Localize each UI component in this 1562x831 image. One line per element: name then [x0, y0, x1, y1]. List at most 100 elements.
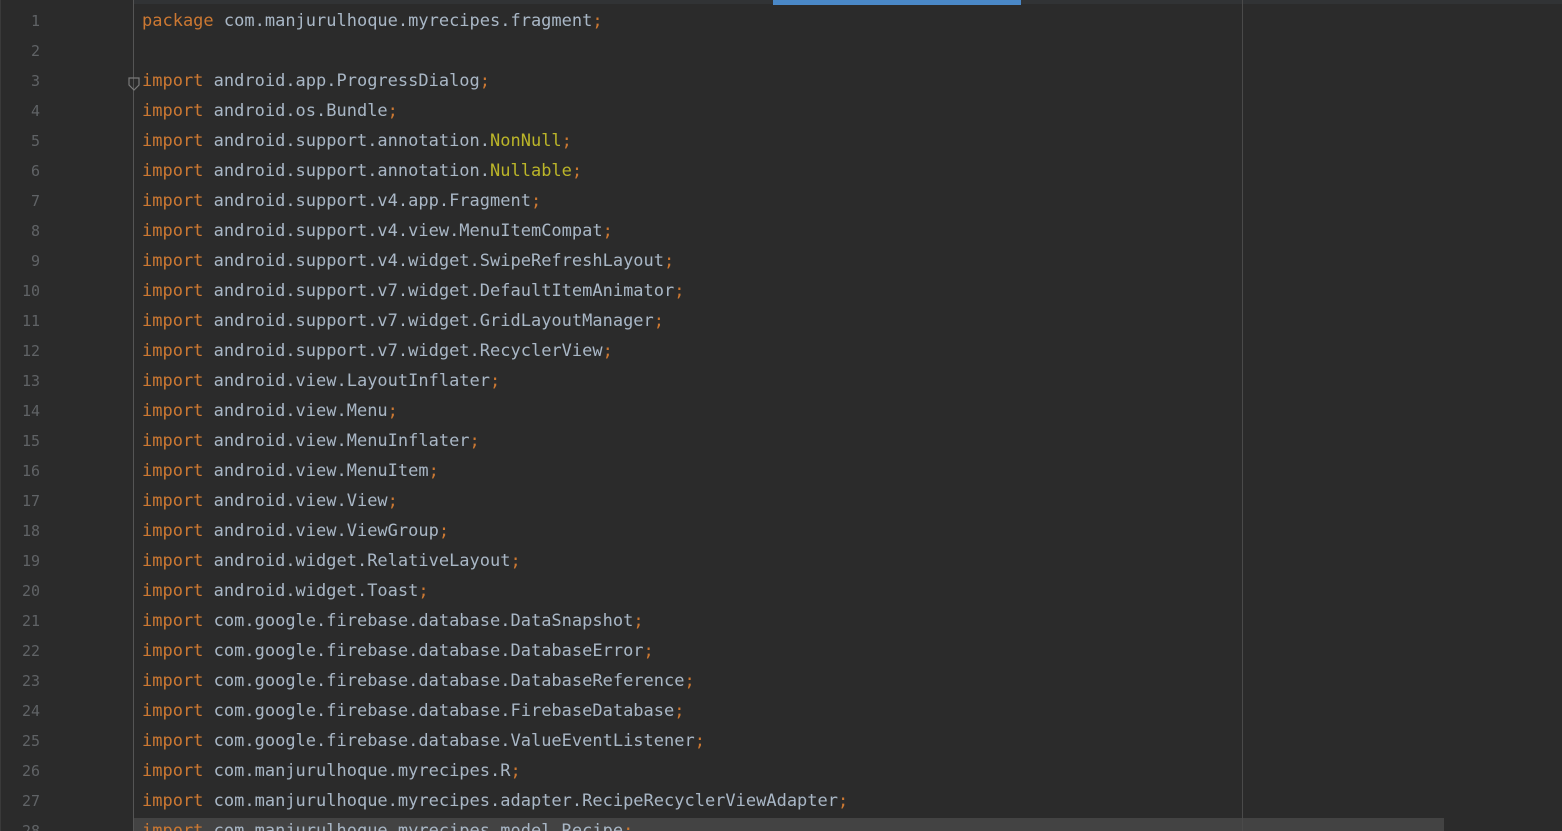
qualified-name: android.support.annotation. — [213, 161, 491, 181]
code-line[interactable]: 6 import android.support.annotation.Nulla… — [0, 156, 1562, 186]
code-text[interactable]: import com.google.firebase.database.Valu… — [142, 726, 705, 756]
code-line[interactable]: 3 import android.app.ProgressDialog; — [0, 66, 1562, 96]
semicolon: ; — [387, 401, 398, 421]
code-line[interactable]: 18 import android.view.ViewGroup; — [0, 516, 1562, 546]
line-number: 12 — [21, 342, 40, 360]
code-line[interactable]: 7 import android.support.v4.app.Fragment; — [0, 186, 1562, 216]
semicolon: ; — [490, 371, 501, 391]
code-text[interactable]: import android.view.ViewGroup; — [142, 516, 449, 546]
keyword: import — [142, 521, 204, 541]
active-tab-indicator — [773, 0, 1021, 5]
keyword: import — [142, 251, 204, 271]
code-line[interactable]: 9 import android.support.v4.widget.SwipeR… — [0, 246, 1562, 276]
code-text[interactable]: import android.support.v4.app.Fragment; — [142, 186, 541, 216]
code-line[interactable]: 17 import android.view.View; — [0, 486, 1562, 516]
semicolon: ; — [469, 431, 480, 451]
semicolon: ; — [438, 521, 450, 541]
code-text[interactable]: import android.support.annotation.Nullab… — [142, 156, 582, 186]
keyword: import — [142, 491, 204, 511]
code-line[interactable]: 19 import android.widget.RelativeLayout; — [0, 546, 1562, 576]
code-text[interactable]: import com.google.firebase.database.Data… — [142, 606, 644, 636]
keyword: import — [142, 761, 204, 781]
code-line[interactable]: 20 import android.widget.Toast; — [0, 576, 1562, 606]
code-line[interactable]: 26 import com.manjurulhoque.myrecipes.R; — [0, 756, 1562, 786]
code-text[interactable]: import android.support.v7.widget.GridLay… — [142, 306, 664, 336]
code-text[interactable]: import android.support.v7.widget.Default… — [142, 276, 685, 306]
code-line[interactable]: 1 package com.manjurulhoque.myrecipes.fra… — [0, 6, 1562, 36]
code-text[interactable]: import android.app.ProgressDialog; — [142, 66, 490, 96]
code-text[interactable]: import com.manjurulhoque.myrecipes.adapt… — [142, 786, 848, 816]
code-text[interactable]: import com.google.firebase.database.Data… — [142, 666, 695, 696]
line-number: 11 — [21, 312, 40, 330]
keyword: import — [142, 221, 204, 241]
semicolon: ; — [838, 791, 849, 811]
qualified-name: android.view.LayoutInflater — [213, 371, 491, 391]
code-line[interactable]: 11 import android.support.v7.widget.GridL… — [0, 306, 1562, 336]
line-number: 27 — [21, 792, 40, 810]
code-line[interactable]: 27 import com.manjurulhoque.myrecipes.ada… — [0, 786, 1562, 816]
code-text[interactable]: import android.support.annotation.NonNul… — [142, 126, 572, 156]
code-line[interactable]: 10 import android.support.v7.widget.Defau… — [0, 276, 1562, 306]
qualified-name: com.google.firebase.database.DatabaseRef… — [213, 671, 685, 691]
code-text[interactable]: import com.google.firebase.database.Fire… — [142, 696, 685, 726]
keyword: import — [142, 581, 204, 601]
keyword: import — [142, 641, 204, 661]
semicolon: ; — [664, 251, 675, 271]
code-line[interactable]: 12 import android.support.v7.widget.Recyc… — [0, 336, 1562, 366]
code-text[interactable]: import android.view.MenuItem; — [142, 456, 439, 486]
code-text[interactable]: import android.widget.Toast; — [142, 576, 429, 606]
line-number: 26 — [21, 762, 40, 780]
code-text[interactable]: import com.google.firebase.database.Data… — [142, 636, 654, 666]
code-text[interactable]: import com.manjurulhoque.myrecipes.model… — [142, 816, 633, 831]
code-text[interactable]: import android.os.Bundle; — [142, 96, 398, 126]
semicolon: ; — [674, 281, 685, 301]
code-text[interactable]: import android.view.View; — [142, 486, 398, 516]
qualified-name: android.view.MenuItem — [213, 461, 429, 481]
code-line[interactable]: 2 — [0, 36, 1562, 66]
code-line[interactable]: 23 import com.google.firebase.database.Da… — [0, 666, 1562, 696]
line-number: 22 — [21, 642, 40, 660]
line-number: 7 — [30, 192, 40, 210]
code-line[interactable]: 5 import android.support.annotation.NonNu… — [0, 126, 1562, 156]
code-line[interactable]: 15 import android.view.MenuInflater; — [0, 426, 1562, 456]
code-line[interactable]: 8 import android.support.v4.view.MenuItem… — [0, 216, 1562, 246]
code-line[interactable]: 28 import com.manjurulhoque.myrecipes.mod… — [0, 816, 1562, 831]
code-line[interactable]: 24 import com.google.firebase.database.Fi… — [0, 696, 1562, 726]
annotation-name: NonNull — [490, 131, 562, 151]
line-number: 6 — [30, 162, 40, 180]
semicolon: ; — [653, 311, 665, 331]
line-number: 17 — [21, 492, 40, 510]
code-text[interactable]: import android.view.Menu; — [142, 396, 398, 426]
code-line[interactable]: 16 import android.view.MenuItem; — [0, 456, 1562, 486]
semicolon: ; — [530, 191, 542, 211]
semicolon: ; — [694, 731, 705, 751]
code-editor[interactable]: 1 package com.manjurulhoque.myrecipes.fra… — [0, 0, 1562, 831]
line-number: 5 — [30, 132, 40, 150]
line-number: 23 — [21, 672, 40, 690]
code-text[interactable]: import com.manjurulhoque.myrecipes.R; — [142, 756, 521, 786]
keyword: import — [142, 371, 204, 391]
code-text[interactable]: import android.widget.RelativeLayout; — [142, 546, 521, 576]
code-text[interactable]: import android.support.v4.widget.SwipeRe… — [142, 246, 674, 276]
semicolon: ; — [602, 341, 613, 361]
code-line[interactable]: 14 import android.view.Menu; — [0, 396, 1562, 426]
qualified-name: android.view.Menu — [213, 401, 388, 421]
qualified-name: com.google.firebase.database.ValueEventL… — [213, 731, 695, 751]
qualified-name: android.support.v7.widget.RecyclerView — [213, 341, 603, 361]
code-line[interactable]: 22 import com.google.firebase.database.Da… — [0, 636, 1562, 666]
code-line[interactable]: 21 import com.google.firebase.database.Da… — [0, 606, 1562, 636]
code-line[interactable]: 25 import com.google.firebase.database.Va… — [0, 726, 1562, 756]
code-text[interactable]: package com.manjurulhoque.myrecipes.frag… — [142, 6, 603, 36]
code-text[interactable]: import android.support.v4.view.MenuItemC… — [142, 216, 613, 246]
code-text[interactable]: import android.view.LayoutInflater; — [142, 366, 500, 396]
code-text[interactable]: import android.view.MenuInflater; — [142, 426, 480, 456]
code-text[interactable]: import android.support.v7.widget.Recycle… — [142, 336, 613, 366]
qualified-name: android.view.MenuInflater — [213, 431, 470, 451]
semicolon: ; — [479, 71, 491, 91]
line-number: 2 — [30, 42, 40, 60]
line-number: 28 — [21, 822, 40, 831]
code-line[interactable]: 13 import android.view.LayoutInflater; — [0, 366, 1562, 396]
code-line[interactable]: 4 import android.os.Bundle; — [0, 96, 1562, 126]
semicolon: ; — [674, 701, 685, 721]
line-number: 3 — [30, 72, 40, 90]
